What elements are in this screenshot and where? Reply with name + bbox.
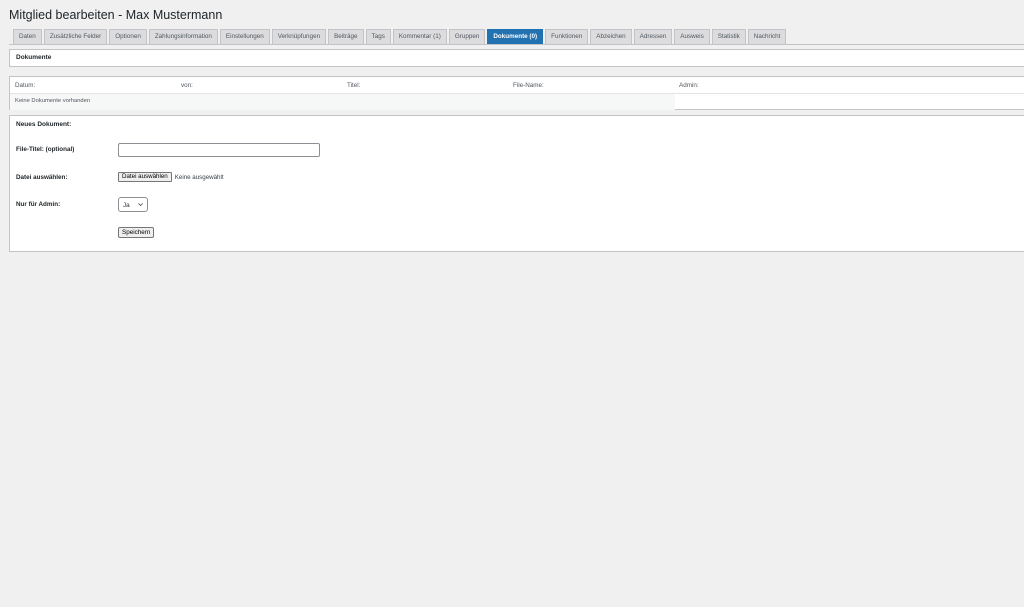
column-header-admin: Admin:	[679, 82, 699, 89]
admin-only-value: Ja	[123, 202, 130, 209]
file-picker: Datei auswählen Keine ausgewählt	[118, 172, 224, 182]
tab-zusaetzliche-felder[interactable]: Zusätzliche Felder	[43, 29, 108, 44]
tab-einstellungen[interactable]: Einstellungen	[219, 29, 270, 44]
tab-bar: Daten Zusätzliche Felder Optionen Zahlun…	[13, 29, 787, 44]
column-header-titel: Titel:	[347, 82, 361, 89]
tab-bar-divider	[9, 44, 1024, 45]
tab-adressen[interactable]: Adressen	[633, 29, 673, 44]
column-header-von: von:	[181, 82, 193, 89]
documents-table: Datum: von: Titel: File-Name: Admin: Kei…	[9, 76, 1024, 110]
section-heading: Dokumente	[16, 54, 52, 61]
page: Mitglied bearbeiten - Max Mustermann Dat…	[0, 0, 1024, 607]
column-header-datum: Datum:	[15, 82, 36, 89]
tab-statistik[interactable]: Statistik	[711, 29, 746, 44]
tab-daten[interactable]: Daten	[13, 29, 42, 44]
tab-verknuepfungen[interactable]: Verknüpfungen	[271, 29, 327, 44]
tab-gruppen[interactable]: Gruppen	[448, 29, 486, 44]
file-select-label: Datei auswählen:	[16, 174, 68, 181]
column-header-file-name: File-Name:	[513, 82, 544, 89]
tab-beitraege[interactable]: Beiträge	[328, 29, 364, 44]
tab-abzeichen[interactable]: Abzeichen	[590, 29, 632, 44]
tab-nachricht[interactable]: Nachricht	[747, 29, 787, 44]
choose-file-button[interactable]: Datei auswählen	[118, 172, 172, 182]
empty-message: Keine Dokumente vorhanden	[15, 98, 91, 104]
tab-funktionen[interactable]: Funktionen	[545, 29, 589, 44]
save-button[interactable]: Speichern	[118, 227, 155, 238]
tab-dokumente[interactable]: Dokumente (0)	[487, 29, 544, 44]
tab-zahlungsinformation[interactable]: Zahlungsinformation	[148, 29, 218, 44]
file-title-label: File-Titel: (optional)	[16, 146, 75, 153]
file-title-input[interactable]	[118, 143, 320, 157]
tab-ausweis[interactable]: Ausweis	[674, 29, 710, 44]
tab-optionen[interactable]: Optionen	[109, 29, 147, 44]
form-title: Neues Dokument:	[16, 121, 72, 128]
admin-only-select[interactable]: Ja	[118, 197, 148, 212]
chevron-down-icon	[138, 203, 143, 207]
admin-only-label: Nur für Admin:	[16, 201, 61, 208]
section-header: Dokumente	[9, 49, 1024, 67]
tab-tags[interactable]: Tags	[365, 29, 391, 44]
tab-kommentar[interactable]: Kommentar (1)	[392, 29, 447, 44]
table-row-empty: Keine Dokumente vorhanden	[10, 94, 675, 110]
page-title: Mitglied bearbeiten - Max Mustermann	[9, 8, 223, 22]
new-document-form: Neues Dokument: File-Titel: (optional) D…	[9, 115, 1024, 252]
file-status: Keine ausgewählt	[174, 173, 224, 181]
